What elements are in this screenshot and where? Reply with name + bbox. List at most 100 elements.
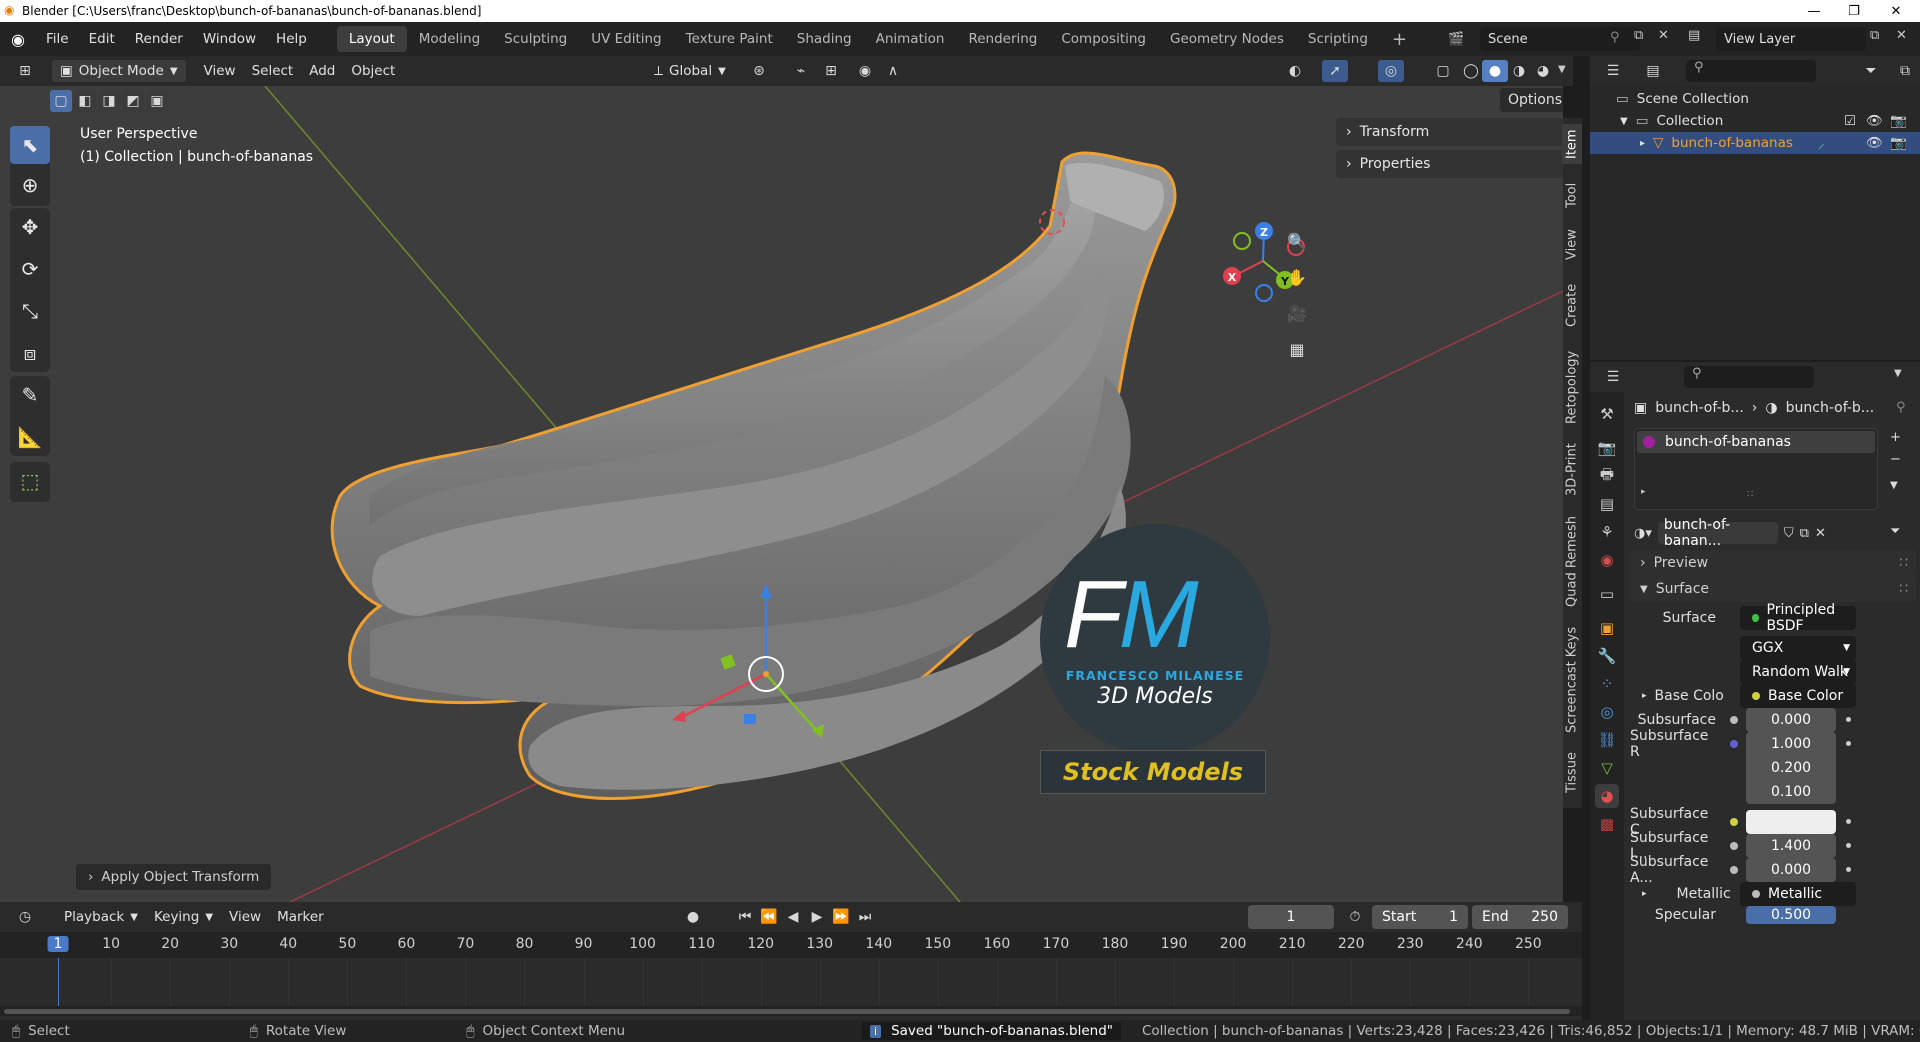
next-keyframe-icon[interactable]: ⏩: [828, 906, 854, 928]
view-layer-field[interactable]: View Layer: [1716, 27, 1866, 51]
add-workspace-button[interactable]: +: [1380, 26, 1419, 52]
minimize-button[interactable]: —: [1794, 0, 1834, 22]
scrollbar-thumb[interactable]: [4, 1009, 1570, 1014]
tab-tissue[interactable]: Tissue: [1562, 748, 1582, 798]
pin-icon[interactable]: ⚲: [1896, 400, 1906, 415]
constraints-tab-icon[interactable]: ⛓: [1595, 728, 1619, 752]
maximize-button[interactable]: ❐: [1834, 0, 1874, 22]
display-mode-icon[interactable]: ▤: [1640, 60, 1666, 82]
editor-type-icon[interactable]: ☰: [1600, 60, 1626, 82]
tab-screencast-keys[interactable]: Screencast Keys: [1562, 624, 1582, 736]
chevron-right-icon[interactable]: ▸: [1641, 487, 1646, 497]
blender-menu-icon[interactable]: ◉: [0, 30, 36, 49]
chevron-down-icon[interactable]: ▼: [1620, 116, 1628, 127]
value-socket-icon[interactable]: [1730, 716, 1738, 724]
orientation-dropdown[interactable]: ⟂ Global ▼: [646, 60, 734, 82]
timeline-view-menu[interactable]: View: [221, 906, 269, 928]
subsurface-color-swatch[interactable]: [1746, 810, 1836, 834]
vector-socket-icon[interactable]: [1730, 740, 1738, 748]
tab-scripting[interactable]: Scripting: [1296, 26, 1380, 52]
chevron-right-icon[interactable]: ▸: [1640, 138, 1645, 149]
chevron-right-icon[interactable]: ▸: [1642, 691, 1647, 701]
tab-uv-editing[interactable]: UV Editing: [579, 26, 673, 52]
properties-panel-header[interactable]: ›Properties∷: [1336, 150, 1563, 178]
select-subtract-icon[interactable]: ◨: [98, 90, 120, 112]
particles-tab-icon[interactable]: ⁘: [1595, 672, 1619, 696]
eye-icon[interactable]: 👁: [1866, 135, 1883, 151]
keyframe-dot-icon[interactable]: [1846, 741, 1851, 746]
surface-shader-field[interactable]: Principled BSDF: [1740, 602, 1856, 634]
subsurface-radius-z[interactable]: 0.100: [1746, 780, 1836, 804]
value-socket-icon[interactable]: [1730, 866, 1738, 874]
texture-tab-icon[interactable]: ▩: [1595, 812, 1619, 836]
menu-edit[interactable]: Edit: [79, 22, 125, 56]
tab-shading[interactable]: Shading: [785, 26, 864, 52]
menu-help[interactable]: Help: [266, 22, 317, 56]
tab-layout[interactable]: Layout: [336, 26, 407, 52]
play-reverse-icon[interactable]: ◀: [780, 906, 806, 928]
filter-icon[interactable]: ⏷: [1858, 60, 1884, 82]
filter-icon[interactable]: ⏷: [1890, 524, 1900, 539]
stopwatch-icon[interactable]: ⏱: [1342, 906, 1368, 928]
surface-panel-header[interactable]: ▼ Surface ∷: [1630, 576, 1916, 602]
end-frame-field[interactable]: End 250: [1472, 905, 1568, 929]
menu-select[interactable]: Select: [244, 60, 302, 82]
annotate-tool-icon[interactable]: ✎: [10, 376, 50, 414]
scene-tab-icon[interactable]: ⚘: [1595, 520, 1619, 544]
rendered-shading-icon[interactable]: ◕: [1530, 60, 1556, 82]
color-socket-icon[interactable]: [1730, 818, 1738, 826]
keying-dropdown[interactable]: Keying ▼: [146, 906, 221, 928]
playback-dropdown[interactable]: Playback ▼: [56, 906, 146, 928]
outliner-search-input[interactable]: ⚲: [1686, 60, 1816, 82]
value-socket-icon[interactable]: [1730, 842, 1738, 850]
distribution-dropdown[interactable]: GGX ▼: [1740, 636, 1856, 660]
keyframe-dot-icon[interactable]: [1846, 843, 1851, 848]
keyframe-dot-icon[interactable]: [1846, 867, 1851, 872]
menu-file[interactable]: File: [36, 22, 79, 56]
duplicate-material-icon[interactable]: ⧉: [1800, 526, 1809, 541]
options-dropdown[interactable]: Options▼: [1500, 88, 1563, 112]
camera-render-icon[interactable]: 📷: [1890, 113, 1907, 129]
render-tab-icon[interactable]: 📷: [1595, 436, 1619, 460]
subsurface-ior-value[interactable]: 1.400: [1746, 834, 1836, 858]
tab-create[interactable]: Create: [1562, 278, 1582, 332]
gizmo-toggle-icon[interactable]: ➚: [1322, 60, 1348, 82]
tab-quad-remesh[interactable]: Quad Remesh: [1562, 512, 1582, 612]
modifier-icon[interactable]: ⸝: [1818, 134, 1825, 152]
material-browse-icon[interactable]: ◑▾: [1634, 526, 1652, 541]
menu-add[interactable]: Add: [301, 60, 343, 82]
keyframe-dot-icon[interactable]: [1846, 819, 1851, 824]
rotate-tool-icon[interactable]: ⟳: [10, 250, 50, 288]
chevron-down-icon[interactable]: ▼: [1558, 64, 1566, 75]
drag-handle-icon[interactable]: ∷: [1899, 581, 1908, 597]
output-tab-icon[interactable]: 🖶: [1595, 464, 1619, 488]
tab-tool[interactable]: Tool: [1562, 176, 1582, 214]
select-box-tool-icon[interactable]: ⬉: [10, 126, 50, 164]
visibility-icon[interactable]: ◐: [1282, 60, 1308, 82]
start-frame-field[interactable]: Start 1: [1372, 905, 1468, 929]
tab-modeling[interactable]: Modeling: [407, 26, 492, 52]
object-tab-icon[interactable]: ▣: [1595, 616, 1619, 640]
menu-window[interactable]: Window: [193, 22, 266, 56]
ortho-grid-icon[interactable]: ▦: [1284, 336, 1310, 362]
drag-handle-icon[interactable]: ∷: [1899, 555, 1908, 571]
world-tab-icon[interactable]: ◉: [1595, 548, 1619, 572]
falloff-icon[interactable]: ∧: [880, 60, 906, 82]
drag-handle-icon[interactable]: ∷: [1747, 489, 1753, 500]
view-layer-tab-icon[interactable]: ▤: [1595, 492, 1619, 516]
modifier-tab-icon[interactable]: 🔧: [1595, 644, 1619, 668]
data-tab-icon[interactable]: ▽: [1595, 756, 1619, 780]
menu-view[interactable]: View: [196, 60, 244, 82]
tab-3d-print[interactable]: 3D-Print: [1562, 440, 1582, 500]
subsurface-radius-x[interactable]: 1.000: [1746, 732, 1836, 756]
marker-menu[interactable]: Marker: [269, 906, 332, 928]
eye-icon[interactable]: 👁: [1866, 113, 1883, 129]
camera-view-icon[interactable]: 🎥: [1284, 300, 1310, 326]
remove-slot-icon[interactable]: −: [1890, 452, 1901, 467]
pin-icon[interactable]: ⚲: [1610, 30, 1620, 45]
menu-render[interactable]: Render: [125, 22, 193, 56]
subsurface-anisotropy-value[interactable]: 0.000: [1746, 858, 1836, 882]
transform-panel-header[interactable]: ›Transform∷: [1336, 118, 1563, 146]
play-icon[interactable]: ▶: [804, 906, 830, 928]
preview-panel-header[interactable]: › Preview ∷: [1630, 550, 1916, 576]
